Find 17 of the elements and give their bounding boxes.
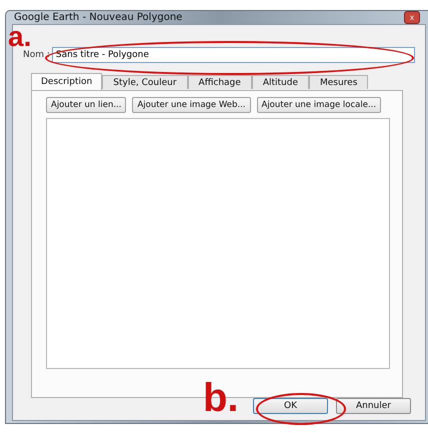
tab[interactable]: Description: [31, 73, 102, 90]
tab[interactable]: Style, Couleur: [102, 75, 188, 89]
tab[interactable]: Mesures: [308, 75, 368, 89]
window-title: Google Earth - Nouveau Polygone: [13, 12, 182, 23]
description-field[interactable]: [46, 118, 390, 369]
name-field[interactable]: Sans titre - Polygone: [52, 47, 415, 63]
annotation-label: a.: [8, 26, 32, 47]
insert-button[interactable]: Ajouter une image Web...: [132, 97, 250, 113]
insert-button[interactable]: Ajouter une image locale...: [256, 97, 382, 113]
tab[interactable]: Affichage: [188, 75, 252, 89]
annotation-label: b.: [203, 378, 239, 418]
ok-button[interactable]: OK: [253, 398, 328, 414]
tab[interactable]: Altitude: [252, 75, 309, 89]
close-button[interactable]: x: [404, 11, 420, 24]
cancel-button[interactable]: Annuler: [336, 398, 411, 414]
name-label: Nom :: [23, 50, 50, 60]
insert-button[interactable]: Ajouter un lien...: [46, 97, 126, 113]
